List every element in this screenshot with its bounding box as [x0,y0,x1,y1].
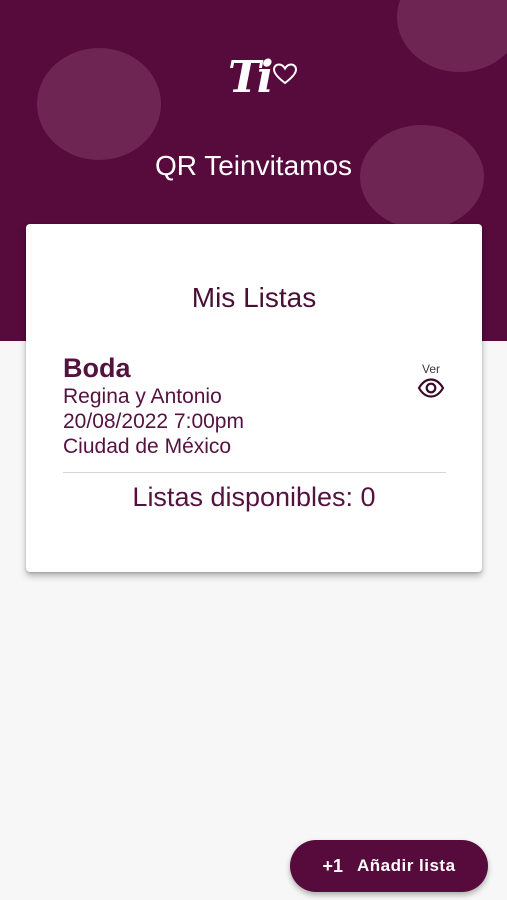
list-item-couple: Regina y Antonio [63,385,222,408]
logo-text: Ti [228,52,274,103]
decorative-circle [37,48,161,160]
app-logo: Ti [222,52,302,106]
lists-card: Mis Listas Boda Regina y Antonio 20/08/2… [26,224,482,572]
add-list-label: Añadir lista [356,856,456,875]
available-lists-count: Listas disponibles: 0 [132,482,376,512]
app-title: QR Teinvitamos [154,150,353,181]
view-list-button[interactable]: Ver [416,362,446,398]
list-item-location: Ciudad de México [63,435,232,458]
divider [63,472,446,473]
add-list-button[interactable]: +1 Añadir lista [290,840,488,892]
plus-one-icon: +1 [322,855,343,876]
heart-icon [272,63,298,85]
card-title: Mis Listas [191,282,317,313]
view-label: Ver [421,362,440,376]
decorative-circle [397,0,507,72]
list-item-name: Boda [63,353,131,383]
list-item[interactable]: Boda Regina y Antonio 20/08/2022 7:00pm … [63,352,446,459]
eye-icon [417,378,445,398]
list-item-datetime: 20/08/2022 7:00pm [63,410,244,433]
